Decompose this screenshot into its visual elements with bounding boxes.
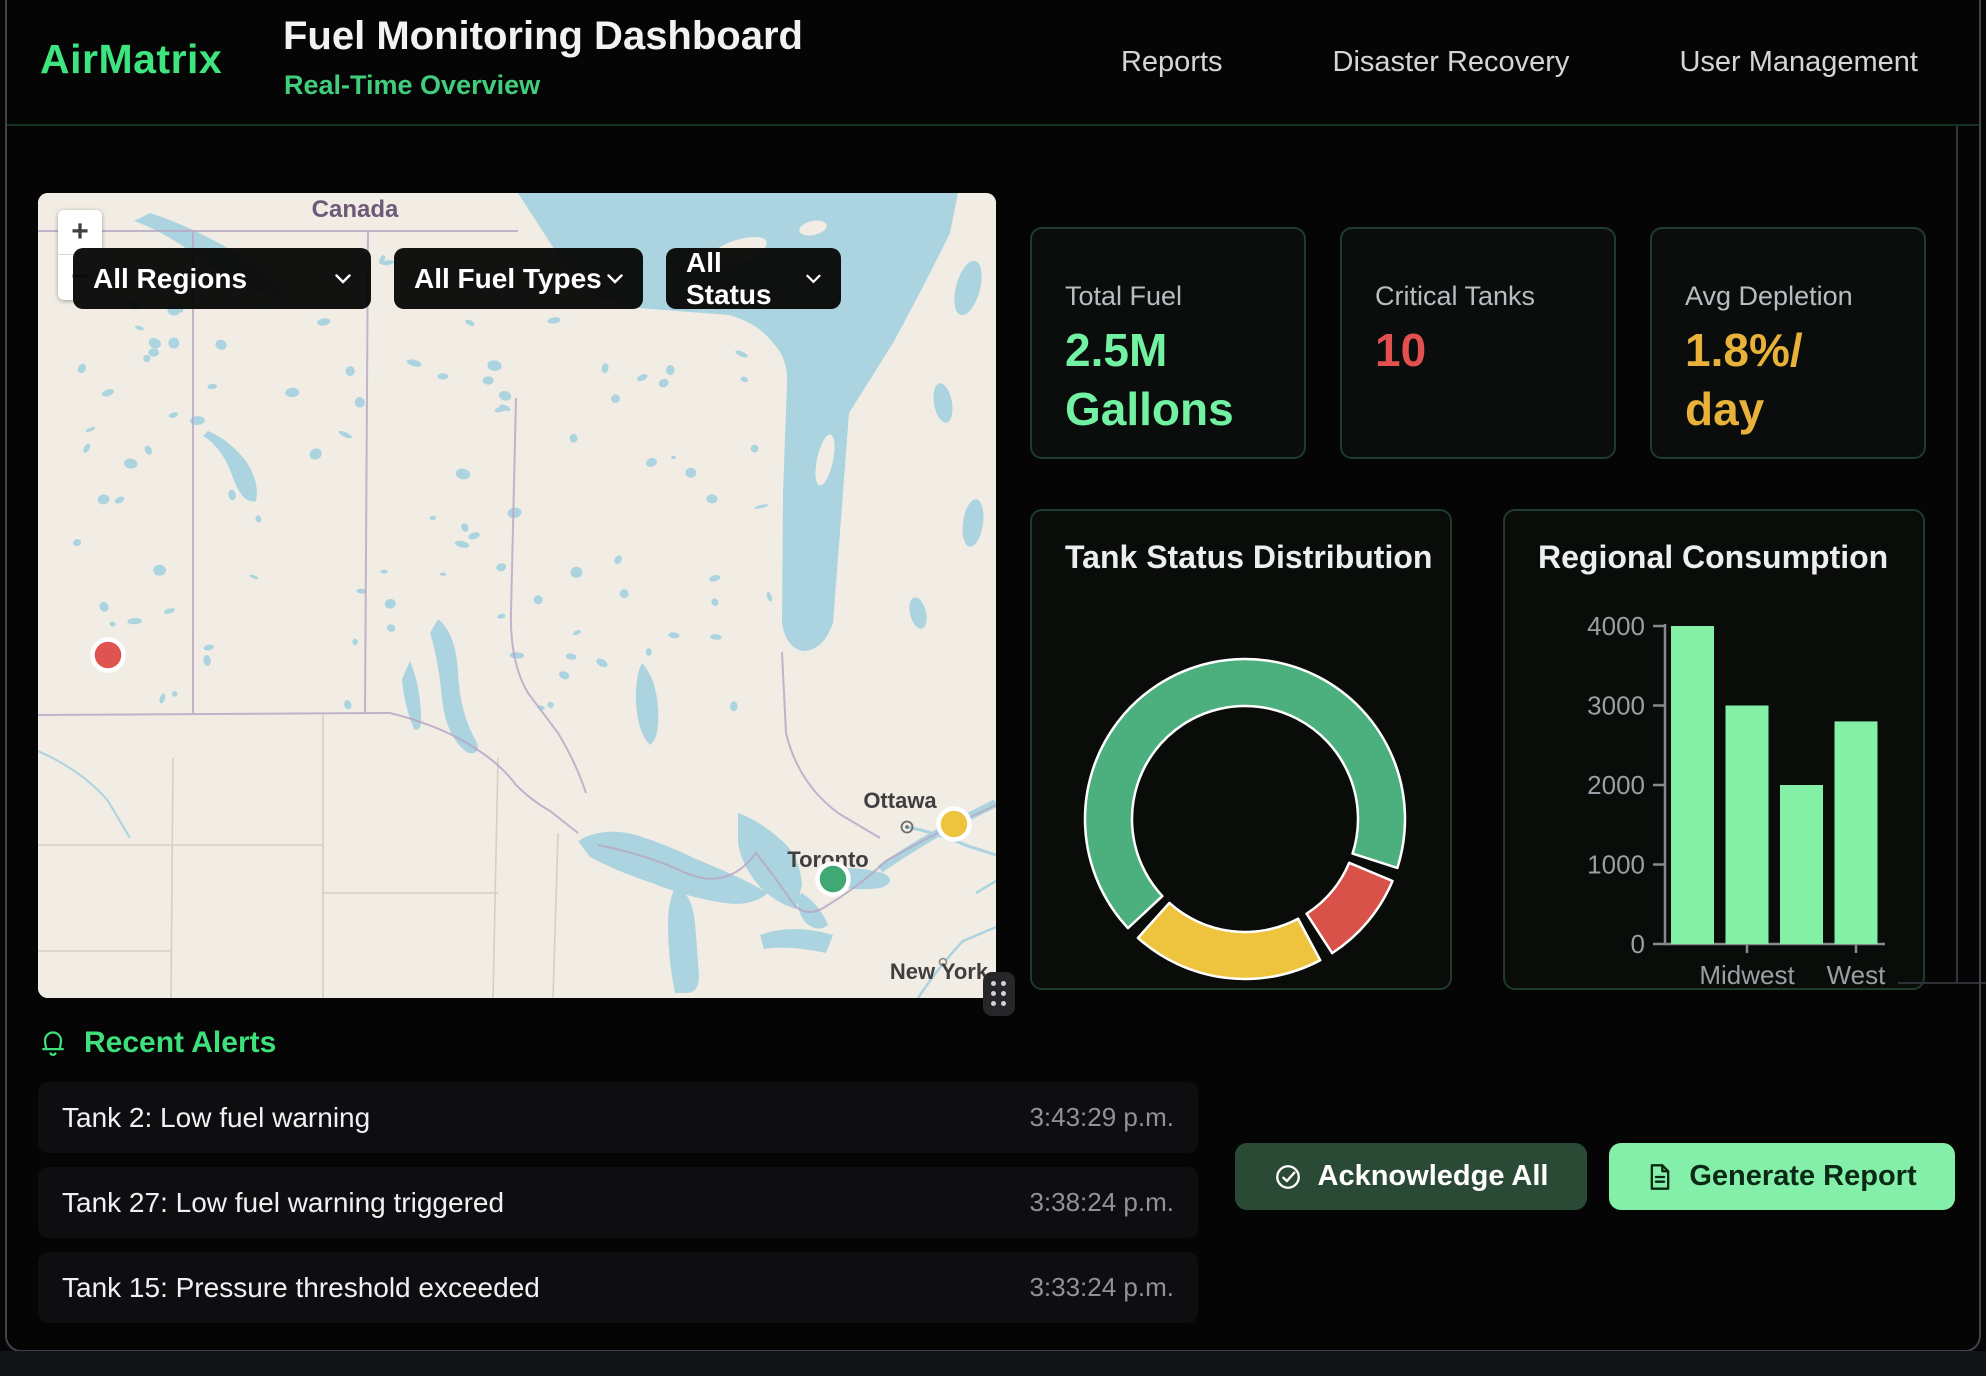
kpi-value: 2.5MGallons	[1065, 321, 1234, 439]
generate-report-button[interactable]: Generate Report	[1609, 1143, 1955, 1210]
recent-alerts-title: Recent Alerts	[84, 1026, 276, 1060]
kpi-card-critical-tanks: Critical Tanks 10	[1340, 227, 1616, 459]
consumption-bar	[1726, 706, 1769, 945]
map-canvas[interactable]: Canada Ottawa Toronto New York	[38, 193, 996, 998]
tank-status-panel: Tank Status Distribution	[1030, 509, 1452, 990]
warning-tank-marker[interactable]	[939, 809, 970, 840]
alert-message: Tank 15: Pressure threshold exceeded	[62, 1272, 540, 1304]
fuel-type-filter-dropdown[interactable]: All Fuel Types	[394, 248, 643, 309]
alert-message: Tank 2: Low fuel warning	[62, 1102, 370, 1134]
critical-tank-marker[interactable]	[93, 640, 124, 671]
region-filter-value: All Regions	[93, 263, 247, 295]
consumption-bar	[1780, 785, 1823, 944]
consumption-bar	[1835, 721, 1878, 944]
map-resize-handle[interactable]	[983, 972, 1015, 1016]
kpi-value: 1.8%/day	[1685, 321, 1803, 439]
y-axis-tick-label: 3000	[1587, 691, 1645, 721]
map-graphic: Canada Ottawa Toronto New York	[38, 193, 996, 998]
kpi-value: 10	[1375, 321, 1426, 380]
donut-segment-warning	[1138, 903, 1320, 979]
document-icon	[1647, 1163, 1673, 1191]
status-filter-dropdown[interactable]: All Status	[666, 248, 841, 309]
brand-logo: AirMatrix	[40, 36, 222, 83]
map-label-country: Canada	[312, 196, 399, 223]
kpi-label: Critical Tanks	[1375, 281, 1535, 312]
bell-icon	[38, 1027, 68, 1059]
y-axis-tick-label: 1000	[1587, 850, 1645, 880]
bar-chart: 0 1000 2000 3000 4000 Midwest West	[1505, 511, 1927, 992]
y-axis-tick-label: 0	[1631, 929, 1645, 959]
map-label-new-york: New York	[890, 959, 989, 984]
alert-timestamp: 3:43:29 p.m.	[1029, 1102, 1174, 1133]
page-subtitle: Real-Time Overview	[284, 70, 540, 101]
fuel-type-filter-value: All Fuel Types	[414, 263, 602, 295]
kpi-label: Total Fuel	[1065, 281, 1182, 312]
recent-alerts-header: Recent Alerts	[38, 1026, 276, 1060]
normal-tank-marker[interactable]	[818, 864, 849, 895]
alert-timestamp: 3:38:24 p.m.	[1029, 1187, 1174, 1218]
alert-message: Tank 27: Low fuel warning triggered	[62, 1187, 504, 1219]
alert-row: Tank 27: Low fuel warning triggered 3:38…	[38, 1167, 1198, 1238]
alert-row: Tank 15: Pressure threshold exceeded 3:3…	[38, 1252, 1198, 1323]
generate-report-label: Generate Report	[1689, 1160, 1916, 1193]
chevron-down-icon	[607, 274, 623, 284]
alert-timestamp: 3:33:24 p.m.	[1029, 1272, 1174, 1303]
scrollbar-corner	[1898, 982, 1986, 984]
alert-row: Tank 2: Low fuel warning 3:43:29 p.m.	[38, 1082, 1198, 1153]
check-circle-icon	[1274, 1163, 1302, 1191]
dashboard-root: AirMatrix Fuel Monitoring Dashboard Real…	[0, 0, 1986, 1376]
nav-item-disaster-recovery[interactable]: Disaster Recovery	[1333, 46, 1570, 79]
nav-item-reports[interactable]: Reports	[1121, 46, 1223, 79]
donut-chart	[1032, 511, 1454, 992]
x-axis-tick-label: Midwest	[1699, 960, 1795, 990]
x-axis-tick-label: West	[1827, 960, 1887, 990]
regional-consumption-panel: Regional Consumption 01000200030004000Mi…	[1503, 509, 1925, 990]
main-nav: Reports Disaster Recovery User Managemen…	[1121, 0, 1918, 124]
consumption-bar	[1671, 626, 1714, 944]
chevron-down-icon	[335, 274, 351, 284]
nav-item-user-management[interactable]: User Management	[1679, 46, 1918, 79]
status-filter-value: All Status	[686, 247, 806, 311]
app-header: AirMatrix Fuel Monitoring Dashboard Real…	[7, 0, 1979, 126]
map-label-ottawa: Ottawa	[863, 788, 937, 813]
y-axis-tick-label: 2000	[1587, 770, 1645, 800]
kpi-label: Avg Depletion	[1685, 281, 1853, 312]
donut-segment-critical	[1307, 863, 1393, 953]
kpi-card-avg-depletion: Avg Depletion 1.8%/day	[1650, 227, 1926, 459]
map-filters: All Regions All Fuel Types All Status	[73, 248, 841, 309]
chevron-down-icon	[806, 274, 821, 284]
page-title: Fuel Monitoring Dashboard	[283, 14, 803, 59]
y-axis-tick-label: 4000	[1587, 611, 1645, 641]
region-filter-dropdown[interactable]: All Regions	[73, 248, 371, 309]
kpi-card-total-fuel: Total Fuel 2.5MGallons	[1030, 227, 1306, 459]
acknowledge-all-button[interactable]: Acknowledge All	[1235, 1143, 1587, 1210]
acknowledge-all-label: Acknowledge All	[1318, 1160, 1549, 1193]
scrollbar-track[interactable]	[1956, 126, 1958, 983]
footer-strip	[0, 1351, 1986, 1376]
